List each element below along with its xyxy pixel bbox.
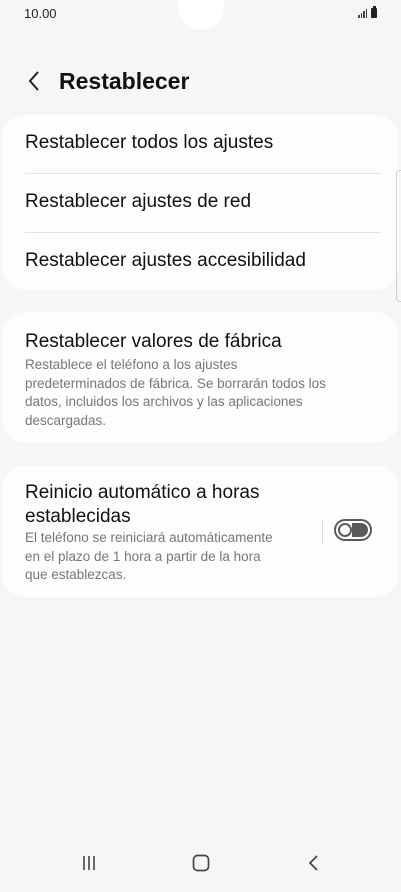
description-line: datos, incluidos los archivos y las apli… [25,394,303,409]
reset-accessibility-settings-item[interactable]: Restablecer ajustes accesibilidad [2,233,399,292]
description-line: que establezcas. [25,567,127,582]
page-title: Restablecer [59,68,190,94]
back-button[interactable] [22,66,46,96]
back-icon [308,855,318,871]
toggle-knob [338,523,352,537]
description-line: Restablece el teléfono a los ajustes [25,357,238,372]
auto-restart-toggle[interactable] [334,519,372,541]
signal-icon [358,8,367,18]
camera-notch [178,0,224,30]
description-line: en el plazo de 1 hora a partir de la hor… [25,548,261,564]
title-line: establecidas [25,506,131,527]
back-nav-button[interactable] [293,850,333,876]
scrollbar[interactable] [396,170,401,302]
navigation-bar [0,836,401,892]
auto-restart-description: El teléfono se reiniciará automáticament… [25,529,273,585]
reset-options-card: Restablecer todos los ajustes Restablece… [2,115,399,290]
status-time: 10.00 [24,6,57,21]
description-line: descargadas. [25,412,107,428]
description-line: El teléfono se reiniciará automáticament… [25,530,273,545]
auto-restart-item[interactable]: Reinicio automático a horas establecidas… [2,465,399,597]
header: Restablecer [0,56,401,106]
recent-apps-button[interactable] [69,850,109,876]
auto-restart-title: Reinicio automático a horas establecidas [25,481,259,529]
status-bar: 10.00 [0,0,401,34]
description-line: predeterminados de fábrica. Se borrarán … [25,375,326,391]
factory-reset-item[interactable]: Restablecer valores de fábrica Restablec… [2,312,399,443]
reset-accessibility-settings-label: Restablecer ajustes accesibilidad [25,250,306,271]
factory-reset-description: Restablece el teléfono a los ajustes pre… [25,356,326,430]
status-icons [358,6,377,18]
home-icon [192,854,210,872]
home-button[interactable] [181,850,221,876]
title-line: Reinicio automático a horas [25,482,260,503]
reset-network-settings-label: Restablecer ajustes de red [25,191,252,212]
chevron-left-icon [28,71,39,91]
toggle-separator [322,520,323,544]
toggle-track [352,523,368,537]
factory-reset-title: Restablecer valores de fábrica [25,331,282,352]
reset-network-settings-item[interactable]: Restablecer ajustes de red [2,174,399,233]
recent-apps-icon [83,856,95,870]
battery-icon [371,6,377,18]
reset-all-settings-label: Restablecer todos los ajustes [25,132,274,153]
reset-all-settings-item[interactable]: Restablecer todos los ajustes [2,115,399,174]
